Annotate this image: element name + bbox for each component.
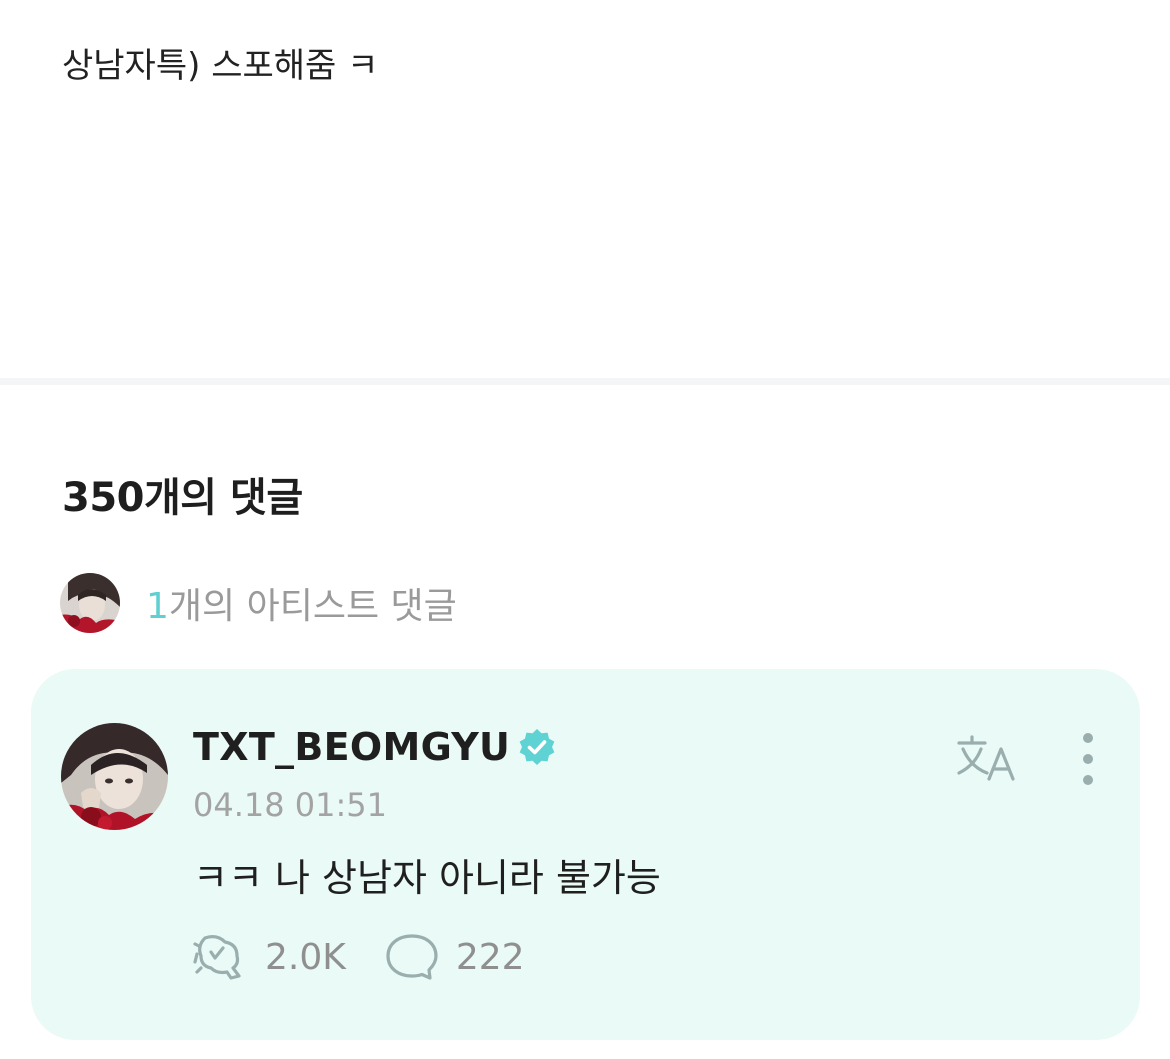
comment-timestamp: 04.18 01:51 bbox=[193, 786, 387, 824]
artist-comment-card: TXT_BEOMGYU 04.18 01:51 ㅋㅋ 나 상남자 아니라 불가능 bbox=[31, 669, 1140, 1040]
like-icon bbox=[193, 932, 247, 982]
comment-author[interactable]: TXT_BEOMGYU bbox=[193, 725, 556, 769]
artist-comment-label: 개의 아티스트 댓글 bbox=[168, 586, 457, 627]
post-text: 상남자특) 스포해줌 ㅋ bbox=[62, 46, 379, 86]
artist-mini-avatar bbox=[60, 573, 120, 633]
like-count: 2.0K bbox=[265, 936, 346, 978]
more-vertical-icon[interactable] bbox=[1075, 731, 1101, 787]
comment-author-name[interactable]: TXT_BEOMGYU bbox=[193, 725, 510, 769]
comment-actions: 2.0K 222 bbox=[193, 931, 525, 983]
verified-badge-icon bbox=[518, 728, 556, 766]
like-button[interactable]: 2.0K bbox=[193, 932, 346, 982]
artist-comments-summary[interactable]: 1개의 아티스트 댓글 bbox=[60, 572, 457, 634]
comment-text: ㅋㅋ 나 상남자 아니라 불가능 bbox=[193, 856, 661, 900]
comments-count-heading: 350개의 댓글 bbox=[62, 475, 303, 521]
reply-count: 222 bbox=[455, 936, 525, 978]
translate-icon[interactable] bbox=[955, 733, 1019, 785]
artist-comments-summary-text: 1개의 아티스트 댓글 bbox=[146, 577, 457, 629]
post-body: 상남자특) 스포해줌 ㅋ bbox=[0, 0, 1170, 378]
reply-button[interactable]: 222 bbox=[384, 932, 525, 982]
comment-author-avatar[interactable] bbox=[61, 723, 168, 830]
artist-comment-count: 1 bbox=[146, 586, 169, 627]
section-divider bbox=[0, 378, 1170, 385]
reply-bubble-icon bbox=[384, 932, 438, 982]
